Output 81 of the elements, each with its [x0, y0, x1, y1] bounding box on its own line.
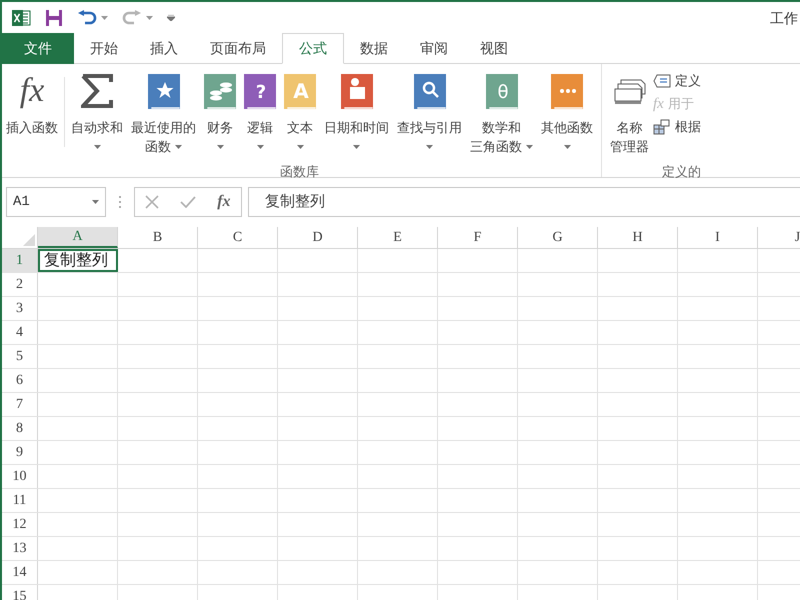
drag-handle-icon[interactable]	[118, 195, 122, 209]
ribbon-button[interactable]: 名称 管理器	[606, 64, 653, 160]
formula-field[interactable]: 复制整列	[248, 187, 800, 217]
caret-icon	[564, 144, 570, 148]
function-book-icon: ?	[244, 74, 276, 108]
window-title: 工作	[770, 8, 799, 28]
sigma-icon	[81, 74, 113, 108]
table-cell[interactable]: 复制整列	[38, 249, 118, 272]
ribbon-tab[interactable]: 插入	[134, 33, 194, 64]
caret-icon	[101, 16, 108, 20]
caret-icon	[94, 144, 100, 148]
fx-icon: fx	[653, 96, 664, 112]
row-header[interactable]: 13	[2, 537, 38, 560]
function-book-icon: θ	[486, 74, 518, 108]
ribbon-small-button[interactable]: 根据	[653, 116, 701, 137]
row-header[interactable]: 5	[2, 345, 38, 368]
ribbon-button[interactable]: 财务	[200, 64, 240, 160]
column-header[interactable]: B	[118, 227, 198, 248]
caret-icon	[216, 144, 224, 148]
row-header[interactable]: 14	[2, 561, 38, 584]
row-header[interactable]: 10	[2, 465, 38, 488]
tag-icon	[653, 74, 671, 88]
ribbon-tab[interactable]: 页面布局	[194, 33, 282, 64]
row-header[interactable]: 9	[2, 441, 38, 464]
column-header[interactable]: G	[518, 227, 598, 248]
ribbon-button[interactable]: ? 逻辑	[240, 64, 280, 160]
column-header[interactable]: A	[38, 227, 118, 248]
row-header[interactable]: 11	[2, 489, 38, 512]
ribbon-tab[interactable]: 数据	[344, 33, 404, 64]
ribbon-button[interactable]: 日期和时间	[320, 64, 393, 160]
ribbon-tab[interactable]: 公式	[282, 33, 344, 64]
ribbon-button[interactable]: fx 插入函数	[2, 64, 62, 160]
column-header[interactable]: J	[758, 227, 800, 248]
caret-icon	[526, 144, 533, 148]
spreadsheet-app-icon[interactable]	[11, 8, 31, 28]
ribbon-button[interactable]: 自动求和	[67, 64, 127, 160]
row-header[interactable]: 2	[2, 273, 38, 296]
row-header[interactable]: 3	[2, 297, 38, 320]
column-header[interactable]: D	[278, 227, 358, 248]
name-box[interactable]: A1	[6, 187, 106, 217]
column-header[interactable]: I	[678, 227, 758, 248]
column-header[interactable]: E	[358, 227, 438, 248]
ribbon-button[interactable]: 其他函数	[537, 64, 597, 160]
column-header[interactable]: C	[198, 227, 278, 248]
group-label: 定义的	[662, 163, 701, 181]
check-icon[interactable]	[180, 196, 196, 208]
fx-icon: fx	[20, 73, 44, 109]
row-header[interactable]: 12	[2, 513, 38, 536]
column-header[interactable]: F	[438, 227, 518, 248]
ribbon-small-button[interactable]: 定义	[653, 70, 701, 91]
caret-icon	[146, 16, 153, 20]
caret-icon	[92, 200, 99, 204]
row-header[interactable]: 4	[2, 321, 38, 344]
insert-function-icon[interactable]: fx	[217, 190, 231, 214]
ribbon-button[interactable]: θ 数学和 三角函数	[466, 64, 537, 160]
row-header[interactable]: 1	[2, 249, 38, 272]
caret-icon	[175, 144, 182, 148]
ribbon-button[interactable]: 查找与引用	[393, 64, 466, 160]
ribbon-tab[interactable]: 视图	[464, 33, 524, 64]
undo-icon[interactable]	[77, 10, 97, 26]
row-header[interactable]: 6	[2, 369, 38, 392]
row-header[interactable]: 15	[2, 585, 38, 600]
file-tab[interactable]: 文件	[2, 33, 74, 64]
caret-icon	[256, 144, 264, 148]
function-book-icon: A	[284, 74, 316, 108]
ribbon-tab[interactable]: 审阅	[404, 33, 464, 64]
caret-icon	[296, 144, 304, 148]
corner-triangle-icon	[23, 234, 35, 246]
row-header[interactable]: 8	[2, 417, 38, 440]
ribbon-tab[interactable]: 开始	[74, 33, 134, 64]
cell-reference: A1	[13, 192, 30, 212]
column-header[interactable]: H	[598, 227, 678, 248]
customize-toolbar-icon[interactable]	[167, 15, 175, 21]
table-tag-icon	[653, 118, 671, 134]
ribbon-button[interactable]: A 文本	[280, 64, 320, 160]
cancel-icon[interactable]	[145, 195, 160, 209]
ribbon-button[interactable]: 最近使用的 函数	[127, 64, 200, 160]
caret-icon	[426, 144, 433, 148]
row-header[interactable]: 7	[2, 393, 38, 416]
group-label: 函数库	[280, 163, 319, 181]
caret-icon	[353, 144, 360, 148]
